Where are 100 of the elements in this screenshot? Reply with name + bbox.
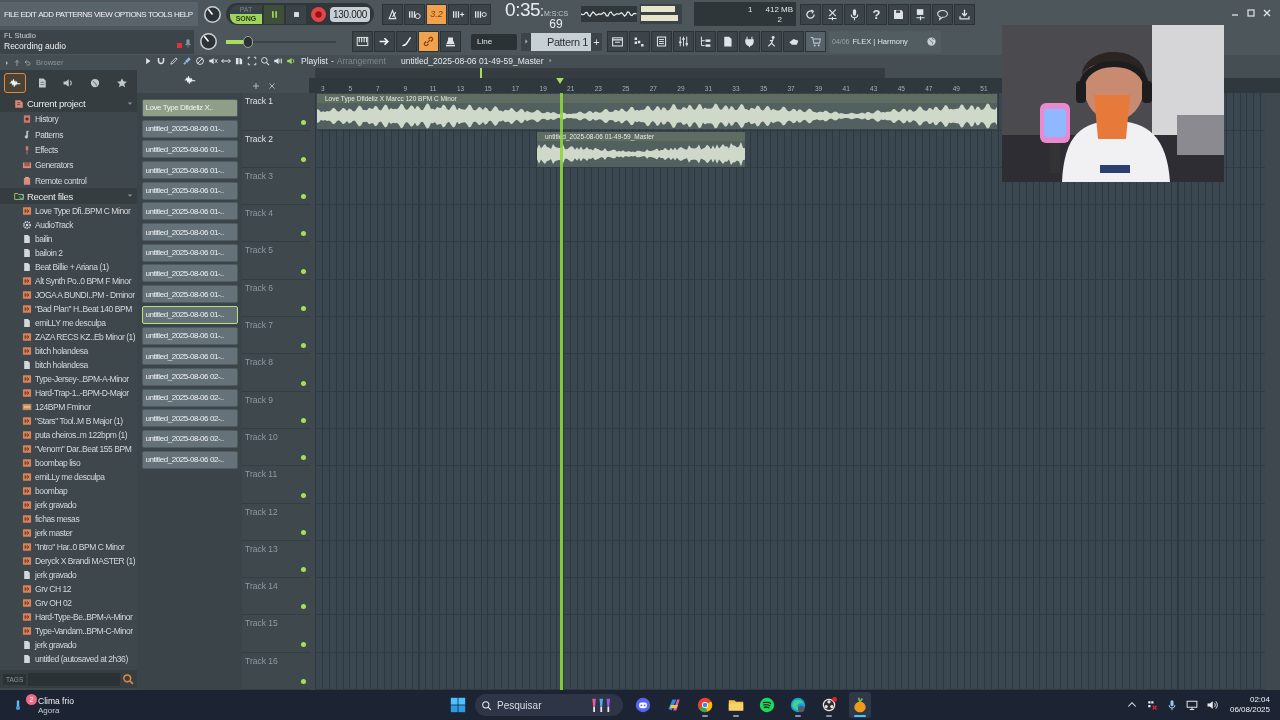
browser-item[interactable]: boombap liso <box>35 457 81 468</box>
search-bar[interactable]: Pesquisar <box>475 694 623 716</box>
track-lane[interactable] <box>315 391 1265 429</box>
browser-item[interactable]: Generators <box>35 160 74 171</box>
toolbar-button[interactable] <box>352 31 373 52</box>
stop-button[interactable] <box>286 4 306 24</box>
volume-icon[interactable] <box>1205 699 1218 711</box>
track-lane[interactable] <box>315 428 1265 467</box>
menu-item[interactable]: ADD <box>38 9 54 19</box>
browser-item[interactable]: emiLLy me desculpa <box>35 471 105 482</box>
track-enable-dot[interactable] <box>301 417 306 423</box>
track-enable-dot[interactable] <box>301 455 306 461</box>
clip-list-item[interactable]: untitled_2025-08-06 02-.. <box>141 367 238 386</box>
volume-thumb[interactable] <box>243 35 253 48</box>
toolbar-button[interactable] <box>822 3 844 25</box>
weather-text[interactable]: Clima frio <box>38 695 74 706</box>
clip-list-item[interactable]: untitled_2025-08-06 01-.. <box>141 326 238 345</box>
toolbar-button[interactable] <box>404 3 426 25</box>
pattern-arrow-button[interactable] <box>521 32 531 51</box>
toolbar-button[interactable] <box>607 31 628 52</box>
clip-list-item[interactable]: untitled_2025-08-06 01-.. <box>141 243 238 262</box>
master-volume-slider[interactable] <box>226 35 336 48</box>
clock-time[interactable]: 02:04 <box>1249 695 1270 705</box>
microphone-icon[interactable] <box>1165 699 1178 711</box>
browser-item[interactable]: jerk master <box>35 527 73 538</box>
toolbar-button[interactable] <box>651 31 672 52</box>
clip-list-item[interactable]: untitled_2025-08-06 01-.. <box>141 119 238 138</box>
browser-item[interactable]: jerk gravado <box>35 569 77 580</box>
clip-list-item[interactable]: untitled_2025-08-06 01-.. <box>141 181 238 200</box>
browser-item[interactable]: Effects <box>35 144 58 155</box>
add-pattern-button[interactable]: + <box>591 32 602 51</box>
track-lane[interactable] <box>315 578 1265 616</box>
toolbar-button[interactable] <box>739 31 760 52</box>
clip-list-item[interactable]: untitled_2025-08-06 01-.. <box>141 140 238 159</box>
browser-item[interactable]: jerk gravado <box>35 499 77 510</box>
tempo-field[interactable]: 130.000 <box>330 6 371 22</box>
menu-item[interactable]: EDIT <box>20 9 37 19</box>
browser-tab[interactable] <box>4 73 27 93</box>
track-enable-dot[interactable] <box>301 604 306 610</box>
toolbar-button[interactable] <box>374 31 395 52</box>
menu-item[interactable]: TOOLS <box>147 9 172 19</box>
network-icon[interactable] <box>1145 699 1158 711</box>
browser-item[interactable]: Remote control <box>35 175 87 186</box>
browser-item[interactable]: Type-Vandam..BPM-C-Minor <box>35 625 133 636</box>
track-lane[interactable] <box>315 317 1265 355</box>
browser-item[interactable]: Grv CH 12 <box>35 583 72 594</box>
snap-dropdown[interactable]: Line <box>471 33 517 50</box>
track-enable-dot[interactable] <box>301 679 306 684</box>
clip-list-item[interactable]: untitled_2025-08-06 02-.. <box>141 388 238 407</box>
toolbar-button[interactable] <box>954 3 976 25</box>
toolbar-button[interactable] <box>888 3 910 25</box>
browser-item[interactable]: Patterns <box>35 129 64 140</box>
track-lane[interactable] <box>315 354 1265 392</box>
browser-item[interactable]: JOGA A BUNDI..PM - Dminor <box>35 289 135 300</box>
toolbar-button[interactable] <box>805 31 826 52</box>
clip-list-item[interactable]: untitled_2025-08-06 01-.. <box>141 347 238 366</box>
track-enable-dot[interactable] <box>301 231 306 237</box>
clip-list-item[interactable]: untitled_2025-08-06 02-.. <box>141 429 238 448</box>
browser-item[interactable]: Grv OH 02 <box>35 597 72 608</box>
clip-list-item[interactable]: untitled_2025-08-06 01-.. <box>141 223 238 242</box>
browser-item[interactable]: "Stars" Tool..M B Major (1) <box>35 415 123 426</box>
pause-button[interactable] <box>264 4 284 24</box>
browser-item[interactable]: Hard-Trap-1..-BPM-D-Major <box>35 387 129 398</box>
browser-item[interactable]: History <box>35 114 59 125</box>
current-clip-name[interactable]: untitled_2025-08-06 01-49-59_Master <box>400 55 544 66</box>
search-icon[interactable] <box>122 673 134 685</box>
track-enable-dot[interactable] <box>301 343 306 349</box>
clip-list-item[interactable]: untitled_2025-08-06 01-.. <box>141 161 238 179</box>
menu-item[interactable]: FILE <box>4 9 19 19</box>
taskbar-app[interactable] <box>849 692 871 718</box>
browser-item[interactable]: AudioTrack <box>35 219 74 230</box>
browser-item[interactable]: Hard-Type-Be..BPM-A-Minor <box>35 611 133 622</box>
track-enable-dot[interactable] <box>301 529 306 535</box>
monitor-icon[interactable] <box>1185 699 1198 711</box>
menu-item[interactable]: OPTIONS <box>114 9 146 19</box>
browser-item[interactable]: "Intro" Har..0 BPM C Minor <box>35 541 125 552</box>
clip-list-item[interactable]: untitled_2025-08-06 02-.. <box>141 409 238 428</box>
clip-list-item[interactable]: untitled_2025-08-06 01-.. <box>141 305 238 324</box>
toolbar-button[interactable] <box>382 3 404 25</box>
help-button[interactable]: ? <box>866 3 888 25</box>
menu-item[interactable]: HELP <box>173 9 193 19</box>
track-lane[interactable] <box>315 279 1265 318</box>
start-icon[interactable] <box>450 697 466 713</box>
toolbar-button[interactable] <box>717 31 738 52</box>
menu-item[interactable]: PATTERNS <box>55 9 93 19</box>
browser-item[interactable]: Deryck X Brandi MASTER (1) <box>35 555 136 566</box>
clip-list-item[interactable]: untitled_2025-08-06 02-.. <box>141 450 238 469</box>
clip-list-item[interactable]: untitled_2025-08-06 01-.. <box>141 202 238 221</box>
browser-item[interactable]: puta cheiros..m 122bpm (1) <box>35 429 128 440</box>
track-enable-dot[interactable] <box>301 268 306 274</box>
track-lane[interactable] <box>315 205 1265 243</box>
track-enable-dot[interactable] <box>301 119 306 125</box>
clip-list-item[interactable]: untitled_2025-08-06 01-.. <box>141 264 238 283</box>
browser-item[interactable]: jerk gravado <box>35 639 77 650</box>
toolbar-button[interactable] <box>783 31 804 52</box>
menu-item[interactable]: VIEW <box>94 9 113 19</box>
toolbar-button[interactable] <box>844 3 866 25</box>
browser-item[interactable]: "Venom" Dar..Beat 155 BPM <box>35 443 132 454</box>
track-lane[interactable] <box>315 242 1265 280</box>
close-icon[interactable] <box>1262 8 1272 18</box>
